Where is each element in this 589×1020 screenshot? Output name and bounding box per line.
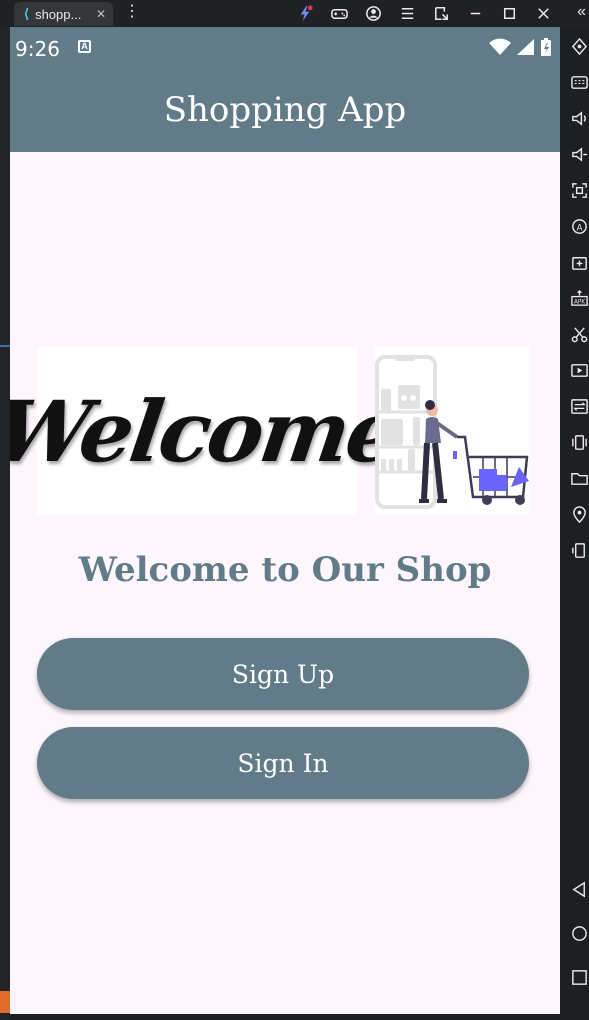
volume-down-icon[interactable]	[570, 145, 589, 164]
maximize-icon[interactable]	[500, 4, 519, 22]
apk-install-icon[interactable]: APK	[570, 289, 589, 308]
cell-signal-icon	[516, 38, 536, 61]
close-icon[interactable]	[534, 4, 553, 22]
app-title: Shopping App	[163, 89, 407, 130]
svg-text:A: A	[577, 223, 583, 233]
more-menu-icon[interactable]: ⋮	[124, 4, 140, 20]
shopping-illustration	[375, 347, 529, 515]
page-heading: Welcome to Our Shop	[78, 550, 492, 590]
back-icon[interactable]	[570, 880, 589, 899]
cut-icon[interactable]	[570, 325, 589, 344]
shake-icon[interactable]	[570, 433, 589, 452]
emulator-window: ⟨ shopp... ✕ ⋮ « 9:26 A Shopping App Wel…	[0, 0, 589, 1020]
flutter-inspector-icon[interactable]	[296, 4, 315, 22]
collapse-panel-icon[interactable]: «	[577, 3, 586, 21]
notification-icon: A	[78, 40, 91, 53]
folder-icon[interactable]	[570, 469, 589, 488]
keyboard-icon[interactable]	[570, 73, 589, 92]
tab-close-icon[interactable]: ✕	[96, 7, 106, 21]
sign-up-button[interactable]: Sign Up	[37, 638, 529, 710]
battery-icon	[540, 37, 552, 62]
home-icon[interactable]	[570, 924, 589, 943]
sign-in-button[interactable]: Sign In	[37, 727, 529, 799]
status-bar: 9:26 A	[10, 27, 560, 67]
recents-icon[interactable]	[570, 968, 589, 987]
hamburger-menu-icon[interactable]	[398, 4, 417, 22]
welcome-script-text: Welcome	[10, 381, 405, 481]
status-time: 9:26	[15, 37, 60, 61]
wifi-icon	[488, 38, 512, 61]
app-tab[interactable]: ⟨ shopp... ✕	[14, 2, 113, 26]
gutter-orange-marker	[0, 991, 10, 1013]
phone-screen: 9:26 A Shopping App Welcome Welcome to O…	[10, 27, 560, 1014]
screenshot-icon[interactable]	[570, 181, 589, 200]
phone-icon[interactable]	[570, 541, 589, 560]
record-icon[interactable]	[570, 361, 589, 380]
banner-images: Welcome	[10, 347, 529, 515]
screen-snip-icon[interactable]	[432, 4, 451, 22]
auto-rotate-icon[interactable]: A	[570, 217, 589, 236]
app-bar: Shopping App	[10, 67, 560, 152]
gamepad-icon[interactable]	[330, 4, 349, 22]
volume-up-icon[interactable]	[570, 109, 589, 128]
rotate-icon[interactable]	[570, 37, 589, 56]
tab-title: shopp...	[35, 6, 82, 22]
add-app-icon[interactable]	[570, 253, 589, 272]
welcome-banner-image: Welcome	[10, 347, 405, 515]
left-gutter	[0, 27, 10, 1020]
location-icon[interactable]	[570, 505, 589, 524]
gutter-accent-line	[0, 345, 10, 347]
minimize-icon[interactable]	[466, 4, 485, 22]
emulator-side-toolbar: A APK	[560, 27, 589, 1020]
transfer-icon[interactable]	[570, 397, 589, 416]
window-title-bar: ⟨ shopp... ✕ ⋮ «	[0, 0, 589, 27]
flutter-icon: ⟨	[24, 6, 30, 21]
svg-text:APK: APK	[574, 299, 585, 305]
account-icon[interactable]	[364, 4, 383, 22]
